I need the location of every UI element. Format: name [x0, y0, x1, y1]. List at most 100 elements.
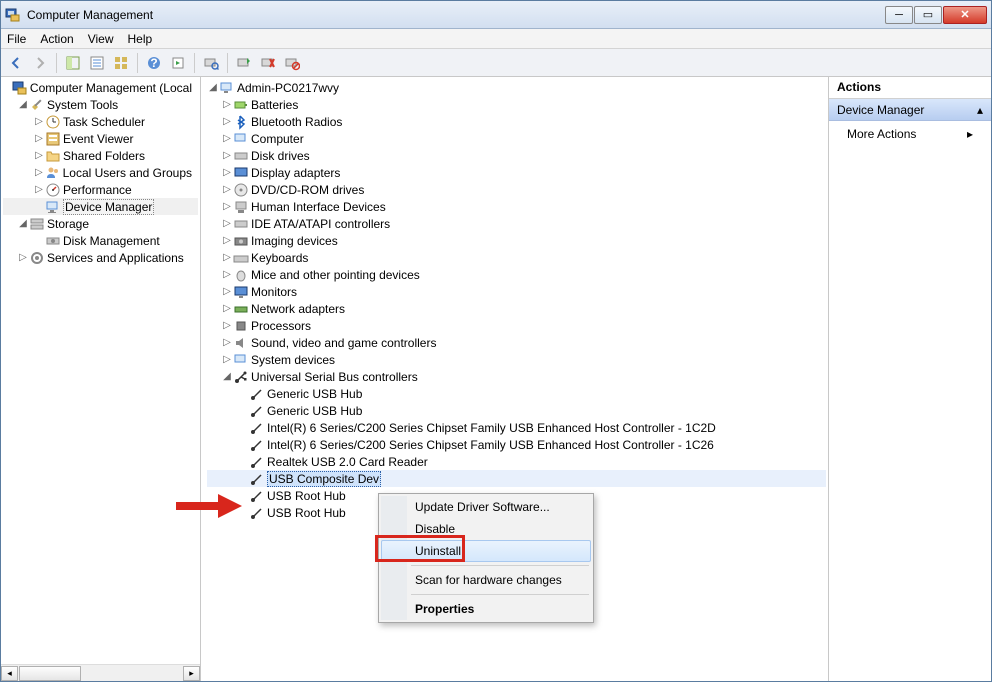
dev-computer[interactable]: ▷Computer — [207, 130, 826, 147]
menu-file[interactable]: File — [7, 32, 26, 46]
usb-icon — [249, 420, 265, 436]
computer-icon — [219, 80, 235, 96]
chevron-right-icon: ▸ — [967, 127, 973, 141]
refresh-icon[interactable] — [167, 52, 189, 74]
dev-usb-item[interactable]: Realtek USB 2.0 Card Reader — [207, 453, 826, 470]
network-icon — [233, 301, 249, 317]
clock-icon — [45, 114, 61, 130]
menu-action[interactable]: Action — [40, 32, 73, 46]
ctx-properties[interactable]: Properties — [381, 598, 591, 620]
forward-button[interactable] — [29, 52, 51, 74]
collapse-icon: ▴ — [977, 103, 983, 117]
ctx-uninstall[interactable]: Uninstall — [381, 540, 591, 562]
ctx-disable[interactable]: Disable — [381, 518, 591, 540]
dev-network[interactable]: ▷Network adapters — [207, 300, 826, 317]
uninstall-icon[interactable] — [257, 52, 279, 74]
dev-usb-item[interactable]: Intel(R) 6 Series/C200 Series Chipset Fa… — [207, 436, 826, 453]
close-button[interactable]: ✕ — [943, 6, 987, 24]
computer-management-icon — [12, 80, 28, 96]
view-icon[interactable] — [110, 52, 132, 74]
svg-text:?: ? — [150, 56, 157, 70]
dev-dvd[interactable]: ▷DVD/CD-ROM drives — [207, 181, 826, 198]
imaging-icon — [233, 233, 249, 249]
dev-usb-composite[interactable]: USB Composite Dev — [207, 470, 826, 487]
tree-local-users[interactable]: ▷ Local Users and Groups — [3, 164, 198, 181]
event-viewer-icon — [45, 131, 61, 147]
actions-header: Actions — [829, 77, 991, 99]
tree-storage[interactable]: ◢ Storage — [3, 215, 198, 232]
ide-icon — [233, 216, 249, 232]
dev-keyboards[interactable]: ▷Keyboards — [207, 249, 826, 266]
usb-icon — [249, 437, 265, 453]
processor-icon — [233, 318, 249, 334]
console-tree-pane: Computer Management (Local ◢ System Tool… — [1, 77, 201, 681]
ctx-update-driver[interactable]: Update Driver Software... — [381, 496, 591, 518]
dev-disk-drives[interactable]: ▷Disk drives — [207, 147, 826, 164]
display-icon — [233, 165, 249, 181]
device-tree[interactable]: ◢Admin-PC0217wvy ▷Batteries ▷Bluetooth R… — [201, 77, 828, 523]
scan-hardware-icon[interactable] — [200, 52, 222, 74]
console-tree[interactable]: Computer Management (Local ◢ System Tool… — [1, 77, 200, 664]
dev-sound[interactable]: ▷Sound, video and game controllers — [207, 334, 826, 351]
app-icon — [5, 7, 21, 23]
update-driver-icon[interactable] — [233, 52, 255, 74]
tree-shared-folders[interactable]: ▷ Shared Folders — [3, 147, 198, 164]
dev-imaging[interactable]: ▷Imaging devices — [207, 232, 826, 249]
dev-usb-item[interactable]: Generic USB Hub — [207, 385, 826, 402]
maximize-button[interactable]: ▭ — [914, 6, 942, 24]
tools-icon — [29, 97, 45, 113]
help-icon[interactable]: ? — [143, 52, 165, 74]
scroll-thumb[interactable] — [19, 666, 81, 681]
dev-display[interactable]: ▷Display adapters — [207, 164, 826, 181]
dev-batteries[interactable]: ▷Batteries — [207, 96, 826, 113]
dev-system-devices[interactable]: ▷System devices — [207, 351, 826, 368]
dev-mice[interactable]: ▷Mice and other pointing devices — [207, 266, 826, 283]
dev-monitors[interactable]: ▷Monitors — [207, 283, 826, 300]
disk-icon — [233, 148, 249, 164]
users-icon — [45, 165, 61, 181]
keyboard-icon — [233, 250, 249, 266]
system-icon — [233, 352, 249, 368]
minimize-button[interactable]: ─ — [885, 6, 913, 24]
dev-bluetooth[interactable]: ▷Bluetooth Radios — [207, 113, 826, 130]
actions-section-label: Device Manager — [837, 103, 924, 117]
back-button[interactable] — [5, 52, 27, 74]
mouse-icon — [233, 267, 249, 283]
device-manager-icon — [45, 199, 61, 215]
actions-section[interactable]: Device Manager ▴ — [829, 99, 991, 121]
titlebar: Computer Management ─ ▭ ✕ — [1, 1, 991, 29]
dev-ide[interactable]: ▷IDE ATA/ATAPI controllers — [207, 215, 826, 232]
dev-hid[interactable]: ▷Human Interface Devices — [207, 198, 826, 215]
disable-icon[interactable] — [281, 52, 303, 74]
dev-usb-item[interactable]: Intel(R) 6 Series/C200 Series Chipset Fa… — [207, 419, 826, 436]
monitor-icon — [233, 284, 249, 300]
tree-services-apps[interactable]: ▷ Services and Applications — [3, 249, 198, 266]
properties-icon[interactable] — [86, 52, 108, 74]
dev-usb-item[interactable]: Generic USB Hub — [207, 402, 826, 419]
tree-device-manager[interactable]: Device Manager — [3, 198, 198, 215]
tree-disk-management[interactable]: Disk Management — [3, 232, 198, 249]
tree-event-viewer[interactable]: ▷ Event Viewer — [3, 130, 198, 147]
computer-icon — [233, 131, 249, 147]
left-horizontal-scrollbar[interactable]: ◂ ▸ — [1, 664, 200, 681]
tree-task-scheduler[interactable]: ▷ Task Scheduler — [3, 113, 198, 130]
menu-help[interactable]: Help — [128, 32, 153, 46]
sound-icon — [233, 335, 249, 351]
tree-performance[interactable]: ▷ Performance — [3, 181, 198, 198]
shared-folders-icon — [45, 148, 61, 164]
actions-more[interactable]: More Actions ▸ — [829, 121, 991, 147]
disk-management-icon — [45, 233, 61, 249]
scroll-left-button[interactable]: ◂ — [1, 666, 18, 681]
tree-system-tools[interactable]: ◢ System Tools — [3, 96, 198, 113]
menu-view[interactable]: View — [88, 32, 114, 46]
dev-root[interactable]: ◢Admin-PC0217wvy — [207, 79, 826, 96]
dev-usb-controllers[interactable]: ◢Universal Serial Bus controllers — [207, 368, 826, 385]
tree-root-computer-management[interactable]: Computer Management (Local — [3, 79, 198, 96]
dev-processors[interactable]: ▷Processors — [207, 317, 826, 334]
ctx-scan[interactable]: Scan for hardware changes — [381, 569, 591, 591]
scroll-right-button[interactable]: ▸ — [183, 666, 200, 681]
usb-icon — [249, 403, 265, 419]
performance-icon — [45, 182, 61, 198]
show-hide-tree-icon[interactable] — [62, 52, 84, 74]
usb-icon — [249, 471, 265, 487]
